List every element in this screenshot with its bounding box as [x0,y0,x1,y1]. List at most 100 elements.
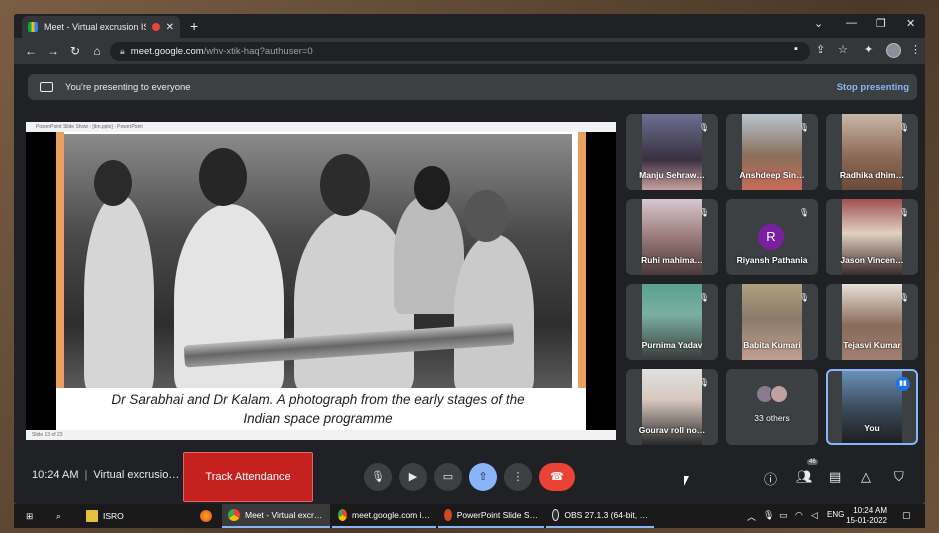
people-icon[interactable]: 👥︎ [796,469,813,485]
powerpoint-icon [444,509,452,521]
search-icon[interactable]: ⌕ [50,504,67,528]
self-video [842,371,902,443]
participant-name: Anshdeep Sin… [739,170,805,180]
tray-expand-icon[interactable]: ︿ [747,510,756,523]
meeting-title: Virtual excrusio… [93,469,180,481]
participant-tile[interactable]: 🎙︎ Anshdeep Sin… [726,114,818,190]
participant-tile[interactable]: 🎙︎ Ruhi mahima… [626,199,718,275]
self-tile[interactable]: ▮▮ You [826,369,918,445]
host-controls-icon[interactable]: ⛉ [894,469,904,485]
mic-off-icon: 🎙︎ [698,293,710,302]
home-icon[interactable]: ⌂ [86,44,108,58]
participant-name: Gourav roll no… [638,425,706,435]
mic-off-icon: 🎙︎ [698,378,710,387]
track-attendance-button[interactable]: Track Attendance [183,452,313,502]
taskbar-clock[interactable]: 10:24 AM 15-01-2022 [846,506,887,526]
participant-name: Ruhi mahima… [641,255,703,265]
back-icon[interactable]: ← [20,44,42,58]
meeting-info-icon[interactable]: ⓘ [764,469,777,488]
activities-icon[interactable]: △ [861,469,871,485]
participant-tile[interactable]: 🎙︎ Manju Sehraw… [626,114,718,190]
language-indicator[interactable]: ENG [827,510,844,519]
avatar [770,385,788,403]
tab-search-icon[interactable]: ⌄ [814,17,823,30]
share-icon[interactable]: ⇪ [816,43,825,56]
address-bar[interactable]: 🔒︎ meet.google.com/whv-xtik-haq?authuser… [110,42,810,61]
taskbar-item-powerpoint[interactable]: PowerPoint Slide S… [438,504,544,528]
clock-time: 10:24 AM [853,506,887,515]
participant-tile[interactable]: 🎙︎ Purnima Yadav [626,284,718,360]
speaking-indicator-icon: ▮▮ [896,377,910,391]
chat-icon[interactable]: ▤ [829,469,841,485]
shared-screen: PowerPoint Slide Show - [ibn.pptx] - Pow… [26,122,616,440]
forward-icon[interactable]: → [42,44,64,58]
taskbar-item-isro[interactable]: ISRO [80,504,130,528]
close-tab-icon[interactable]: ✕ [166,22,174,33]
mic-off-icon: 🎙︎ [898,123,910,132]
browser-menu-icon[interactable]: ⋮ [910,43,921,56]
mic-off-icon: 🎙︎ [798,208,810,217]
mic-off-icon: 🎙︎ [798,123,810,132]
tray-volume-icon[interactable]: ◁ [811,510,818,521]
extensions-icon[interactable]: ✦ [864,43,873,56]
slideshow-titlebar: PowerPoint Slide Show - [ibn.pptx] - Pow… [26,122,616,132]
tab-strip: Meet - Virtual excrusion ISR ✕ + ⌄ — ❐ ✕ [14,14,925,38]
recording-icon [151,23,160,31]
participant-tile[interactable]: 🎙︎ Babita Kumari [726,284,818,360]
leave-call-icon[interactable]: ☎ [539,463,575,491]
presenting-message: You're presenting to everyone [65,81,191,93]
chrome-icon [338,509,348,521]
meet-control-bar: 10:24 AM | Virtual excrusio… Track Attenda… [14,450,925,504]
people-count-badge: 46 [807,459,818,465]
taskbar-label: Meet - Virtual excr… [245,510,323,520]
tab-meet[interactable]: Meet - Virtual excrusion ISR ✕ [22,16,180,38]
mic-off-icon: 🎙︎ [798,293,810,302]
taskbar-item-meet-2[interactable]: meet.google.com i… [332,504,436,528]
participant-tile[interactable]: 🎙︎ Gourav roll no… [626,369,718,445]
profile-avatar[interactable] [886,43,901,58]
close-window-button[interactable]: ✕ [906,17,915,30]
participant-name: Tejasvi Kumar [843,340,901,350]
historical-photograph [64,134,572,388]
captions-icon[interactable]: ▭ [434,463,462,491]
present-screen-icon[interactable]: ⇧ [469,463,497,491]
windows-taskbar: ⊞ ⌕ ISRO Meet - Virtual excr… meet.googl… [14,504,925,528]
more-options-icon[interactable]: ⋮ [504,463,532,491]
meeting-details: 10:24 AM | Virtual excrusio… [32,469,179,481]
participant-name: Radhika dhim… [839,170,905,180]
url-path: /whv-xtik-haq?authuser=0 [203,46,313,57]
taskbar-item-obs[interactable]: OBS 27.1.3 (64-bit, … [546,504,654,528]
obs-icon [552,509,560,521]
minimize-button[interactable]: — [846,17,857,29]
others-tile[interactable]: 33 others [726,369,818,445]
start-icon[interactable]: ⊞ [20,504,39,528]
slide-border-right [578,132,586,388]
folder-icon [86,510,98,522]
taskbar-label: meet.google.com i… [352,510,430,520]
new-tab-button[interactable]: + [190,18,198,34]
tray-wifi-icon[interactable]: ◠ [795,510,803,521]
camera-indicator-icon[interactable]: ▪ [794,43,798,55]
participant-tile[interactable]: 🎙︎ Radhika dhim… [826,114,918,190]
stop-presenting-button[interactable]: Stop presenting [837,82,909,93]
camera-toggle-icon[interactable]: ▶ [399,463,427,491]
clock-date: 15-01-2022 [846,516,887,525]
tray-battery-icon[interactable]: ▭ [779,510,788,521]
tab-title: Meet - Virtual excrusion ISR [44,22,146,32]
participant-tile[interactable]: R 🎙︎ Riyansh Pathania [726,199,818,275]
taskbar-item-meet[interactable]: Meet - Virtual excr… [222,504,330,528]
mouse-cursor [684,476,689,486]
participant-tile[interactable]: 🎙︎ Tejasvi Kumar [826,284,918,360]
slide-content: Dr Sarabhai and Dr Kalam. A photograph f… [56,132,586,430]
notifications-icon[interactable]: ▢ [902,510,911,521]
browser-toolbar: ← → ↻ ⌂ 🔒︎ meet.google.com/whv-xtik-haq?… [14,38,925,64]
microphone-toggle-icon[interactable]: 🎙︎ [364,463,392,491]
bookmark-star-icon[interactable]: ☆ [838,43,848,56]
tray-mic-icon[interactable]: 🎙︎ [763,510,774,521]
maximize-button[interactable]: ❐ [876,17,886,30]
participant-name: Riyansh Pathania [736,255,808,265]
mic-off-icon: 🎙︎ [898,293,910,302]
taskbar-item-firefox[interactable] [194,504,218,528]
participant-tile[interactable]: 🎙︎ Jason Vincen… [826,199,918,275]
reload-icon[interactable]: ↻ [64,44,86,58]
